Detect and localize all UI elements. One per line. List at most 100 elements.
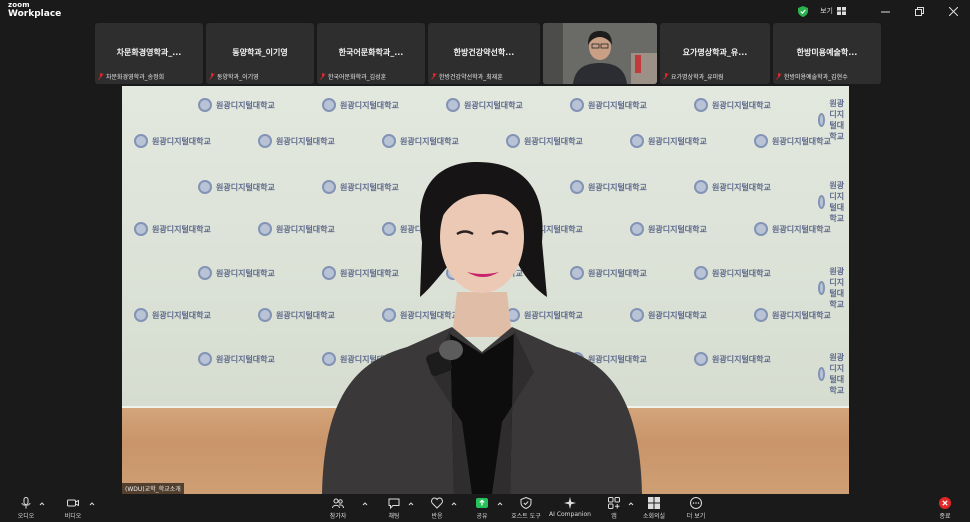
participant-tile[interactable]: 요가명상학과_유... 요가명상학과_유미림: [660, 23, 770, 84]
participants-icon: [332, 498, 344, 509]
backdrop-logo: 원광디지털대학교: [754, 308, 831, 322]
backdrop-logo-text: 원광디지털대학교: [772, 136, 831, 146]
encryption-shield-icon[interactable]: [798, 5, 809, 17]
backdrop-logo: 원광디지털대학교: [754, 222, 831, 236]
backdrop-logo: 원광디지털대학교: [198, 98, 275, 112]
participant-footer: 차문화경영학과_송정희: [98, 72, 164, 81]
participant-video-tile[interactable]: [543, 23, 657, 84]
backdrop-logo-text: 원광디지털대학교: [829, 99, 845, 141]
backdrop-logo-text: 원광디지털대학교: [216, 354, 275, 364]
title-bar: zoom Workplace 보기: [0, 0, 970, 22]
minimize-button[interactable]: [868, 0, 902, 22]
mic-muted-icon: [209, 73, 215, 80]
close-window-button[interactable]: [936, 0, 970, 22]
sparkle-icon: [564, 497, 576, 509]
participant-tile[interactable]: 차문화경영학과_... 차문화경영학과_송정희: [95, 23, 203, 84]
participant-name: 동양학과_이기영: [217, 74, 259, 81]
backdrop-logo-text: 원광디지털대학교: [829, 353, 845, 395]
backdrop-logo-text: 원광디지털대학교: [152, 224, 211, 234]
university-seal-icon: [134, 134, 148, 148]
university-seal-icon: [258, 222, 272, 236]
end-meeting-button[interactable]: 종료: [915, 497, 970, 520]
university-seal-icon: [818, 195, 826, 209]
view-button[interactable]: 보기: [820, 6, 833, 16]
participant-tile[interactable]: 한방건강약선학... 한방건강약선학과_최재훈: [428, 23, 540, 84]
mic-muted-icon: [776, 73, 782, 80]
participant-name: 한국어문화학과_김성훈: [328, 74, 387, 81]
video-camera-icon: [67, 499, 79, 507]
end-call-icon: [939, 497, 951, 509]
backdrop-logo: 원광디지털대학교: [322, 98, 399, 112]
backdrop-logo-text: 원광디지털대학교: [588, 100, 647, 110]
university-seal-icon: [198, 98, 212, 112]
more-dots-icon: [690, 497, 702, 509]
shield-icon: [520, 497, 532, 509]
video-label: 비디오: [64, 513, 82, 520]
backdrop-logo: 원광디지털대학교: [694, 180, 771, 194]
participant-title: 요가명상학과_유...: [682, 48, 748, 57]
university-seal-icon: [694, 180, 708, 194]
brand-large: Workplace: [8, 9, 62, 19]
backdrop-logo-text: 원광디지털대학교: [152, 310, 211, 320]
university-seal-icon: [198, 180, 212, 194]
backdrop-logo-text: 원광디지털대학교: [216, 268, 275, 278]
more-button[interactable]: 더 보기: [666, 497, 726, 520]
mic-muted-icon: [320, 73, 326, 80]
participant-footer: 한방건강약선학과_최재훈: [431, 72, 503, 81]
participant-tile[interactable]: 한국어문화학과_... 한국어문화학과_김성훈: [317, 23, 425, 84]
mic-muted-icon: [663, 73, 669, 80]
minimize-icon: [880, 11, 890, 12]
chevron-up-icon[interactable]: [89, 501, 95, 507]
backdrop-logo: 원광디지털대학교: [198, 352, 275, 366]
audio-label: 오디오: [17, 513, 35, 520]
microphone-icon: [21, 497, 31, 509]
share-screen-icon: [476, 498, 488, 508]
university-seal-icon: [754, 308, 768, 322]
participant-strip: 차문화경영학과_... 차문화경영학과_송정희 동양학과_이기영 동양학과_이기…: [95, 23, 881, 84]
mic-muted-icon: [431, 73, 437, 80]
backdrop-logo-text: 원광디지털대학교: [712, 354, 771, 364]
university-seal-icon: [322, 98, 336, 112]
active-speaker-video[interactable]: 원광디지털대학교 원광디지털대학교 원광디지털대학교 원광디지털대학교 원광디지털대학교…: [122, 86, 849, 494]
backdrop-logo: 원광디지털대학교: [818, 266, 849, 310]
restore-icon: [914, 6, 924, 16]
university-seal-icon: [134, 308, 148, 322]
participant-footer: 요가명상학과_유미림: [663, 72, 724, 81]
participant-tile[interactable]: 동양학과_이기영 동양학과_이기영: [206, 23, 314, 84]
university-seal-icon: [570, 98, 584, 112]
participants-button[interactable]: 참가자: [308, 497, 368, 520]
more-label: 더 보기: [686, 513, 706, 520]
backdrop-logo: 원광디지털대학교: [754, 134, 831, 148]
participant-title: 동양학과_이기영: [232, 48, 288, 57]
end-label: 종료: [939, 513, 951, 520]
university-seal-icon: [694, 98, 708, 112]
backdrop-logo-text: 원광디지털대학교: [712, 268, 771, 278]
restore-button[interactable]: [902, 0, 936, 22]
university-seal-icon: [198, 266, 212, 280]
backdrop-logo-text: 원광디지털대학교: [772, 224, 831, 234]
backdrop-logo-text: 원광디지털대학교: [712, 100, 771, 110]
participant-title: 한방미용예술학...: [796, 48, 858, 57]
backdrop-logo: 원광디지털대학교: [134, 134, 211, 148]
university-seal-icon: [754, 222, 768, 236]
participant-footer: 한방미용예술학과_김현수: [776, 72, 848, 81]
backdrop-logo: 원광디지털대학교: [134, 308, 211, 322]
participant-tile[interactable]: 한방미용예술학... 한방미용예술학과_김현수: [773, 23, 881, 84]
participants-label: 참가자: [329, 513, 347, 520]
participant-video: [543, 23, 657, 84]
university-seal-icon: [818, 367, 826, 381]
participant-footer: 동양학과_이기영: [209, 72, 259, 81]
breakout-rooms-label: 소회의실: [642, 513, 666, 520]
backdrop-logo-text: 원광디지털대학교: [829, 267, 845, 309]
university-seal-icon: [258, 308, 272, 322]
apps-icon: [608, 497, 620, 509]
gallery-grid-icon[interactable]: [837, 7, 846, 15]
backdrop-logo-text: 원광디지털대학교: [216, 182, 275, 192]
participant-title: 차문화경영학과_...: [116, 48, 182, 57]
brand-small: zoom: [8, 1, 30, 9]
backdrop-logo: 원광디지털대학교: [198, 180, 275, 194]
meeting-toolbar: 오디오 비디오 참가자 채팅 반응 공유 호스트 도구 AI Companion…: [0, 495, 970, 522]
speaker-name-tag: (WDU)교학_학교소개: [122, 483, 184, 494]
backdrop-logo: 원광디지털대학교: [198, 266, 275, 280]
host-tools-label: 호스트 도구: [511, 513, 541, 520]
